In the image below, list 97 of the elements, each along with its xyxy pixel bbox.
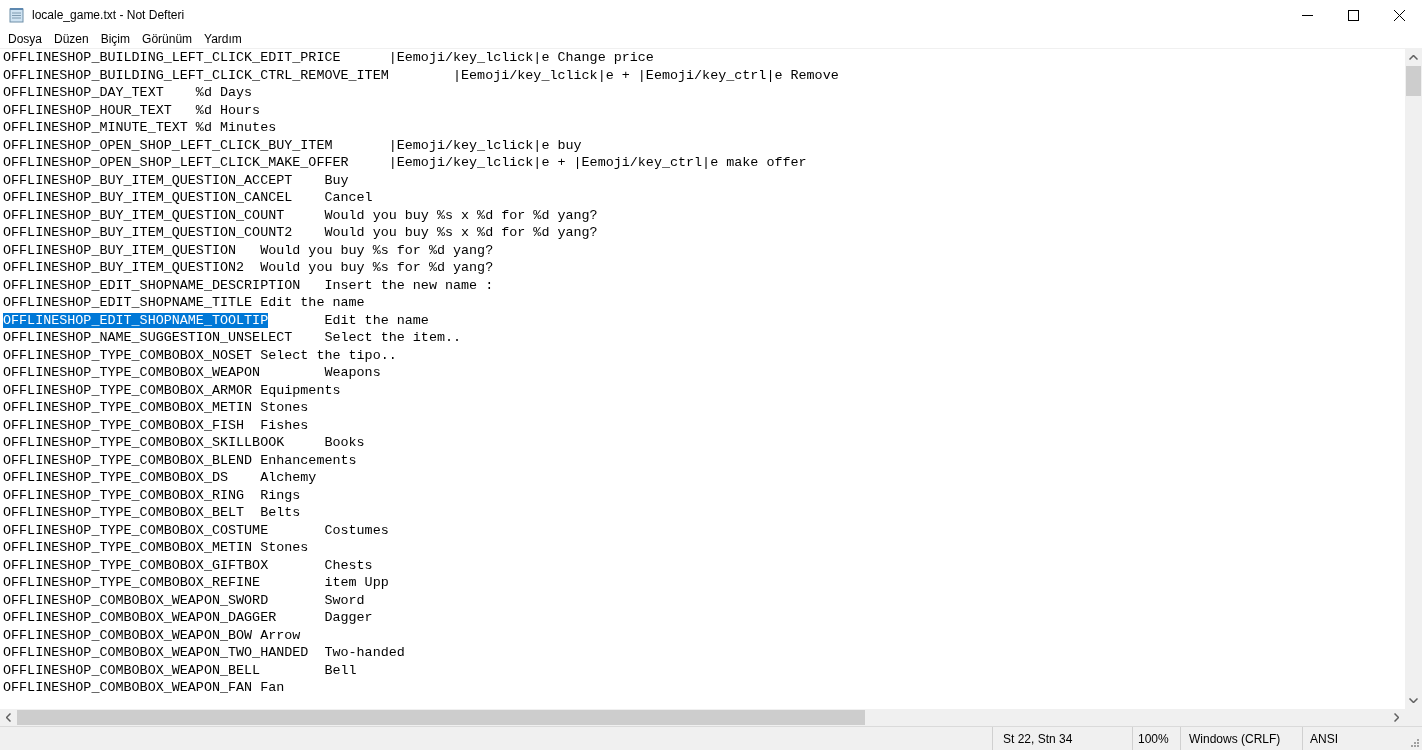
encoding: ANSI	[1310, 730, 1338, 748]
text-value: Bell	[324, 662, 357, 678]
text-key: OFFLINESHOP_COMBOBOX_WEAPON_FAN	[3, 680, 253, 695]
text-key: OFFLINESHOP_TYPE_COMBOBOX_GIFTBOX	[3, 557, 269, 573]
text-value: Would you buy %s x %d for %d yang?	[324, 207, 598, 223]
menu-item[interactable]: Dosya	[2, 30, 48, 48]
text-value: Two-handed	[324, 645, 405, 660]
text-key: OFFLINESHOP_BUILDING_LEFT_CLICK_CTRL_REMOVE_ITEM	[3, 67, 389, 83]
scroll-left-icon	[6, 713, 11, 722]
scroll-down-icon	[1409, 698, 1418, 703]
text-key: OFFLINESHOP_COMBOBOX_WEAPON_DAGGER	[3, 610, 277, 625]
horizontal-scrollbar[interactable]	[0, 709, 1405, 726]
text-key: OFFLINESHOP_COMBOBOX_WEAPON_BELL	[3, 662, 261, 678]
text-key: OFFLINESHOP_NAME_SUGGESTION_UNSELECT	[3, 330, 293, 345]
text-key: OFFLINESHOP_COMBOBOX_WEAPON_SWORD	[3, 592, 269, 608]
text-value: %d Minutes	[195, 120, 277, 135]
text-value: %d Days	[195, 85, 253, 100]
text-key: OFFLINESHOP_OPEN_SHOP_LEFT_CLICK_MAKE_OFFER	[3, 155, 349, 170]
text-key: OFFLINESHOP_TYPE_COMBOBOX_RING	[3, 487, 245, 503]
text-key: OFFLINESHOP_TYPE_COMBOBOX_DS	[3, 470, 228, 485]
text-value: Edit the name	[324, 312, 429, 328]
minimize-icon	[1301, 14, 1313, 16]
text-key: OFFLINESHOP_BUY_ITEM_QUESTION	[3, 242, 237, 258]
notepad-icon	[9, 7, 24, 23]
text-value: Stones	[260, 540, 309, 555]
text-key: OFFLINESHOP_TYPE_COMBOBOX_METIN	[3, 400, 253, 415]
text-key: OFFLINESHOP_MINUTE_TEXT	[3, 120, 188, 135]
text-value: Rings	[260, 487, 301, 503]
text-key: OFFLINESHOP_DAY_TEXT	[3, 85, 164, 100]
text-value: |Eemoji/key_lclick|e Change price	[388, 50, 654, 65]
text-value: Belts	[260, 505, 301, 520]
text-key: OFFLINESHOP_TYPE_COMBOBOX_BELT	[3, 505, 245, 520]
maximize-icon	[1347, 9, 1359, 21]
text-value: Select the item..	[324, 330, 462, 345]
text-key: OFFLINESHOP_TYPE_COMBOBOX_METIN	[3, 540, 253, 555]
text-value: Fishes	[260, 417, 309, 433]
text-value: Edit the name	[260, 295, 365, 310]
text-key: OFFLINESHOP_BUY_ITEM_QUESTION2	[3, 260, 245, 275]
window-title: locale_game.txt - Not Defteri	[32, 7, 185, 24]
text-value: Enhancements	[260, 452, 357, 468]
text-value: Alchemy	[260, 470, 317, 485]
text-key: OFFLINESHOP_BUY_ITEM_QUESTION_COUNT	[3, 207, 285, 223]
text-value: |Eemoji/key_lclick|e + |Eemoji/key_ctrl|e make offer	[388, 155, 807, 170]
text-key: OFFLINESHOP_TYPE_COMBOBOX_WEAPON	[3, 365, 261, 380]
text-value: Would you buy %s for %d yang?	[260, 260, 494, 275]
text-value: Select the tipo..	[260, 347, 397, 363]
cursor-position: St 22, Stn 34	[1003, 730, 1073, 748]
text-key: OFFLINESHOP_TYPE_COMBOBOX_REFINE	[3, 575, 261, 590]
text-value: Chests	[324, 557, 373, 573]
text-value: Sword	[324, 592, 365, 608]
text-value: Buy	[324, 172, 349, 188]
text-value: item Upp	[324, 575, 389, 590]
text-value: Arrow	[260, 627, 301, 643]
text-value: Would you buy %s x %d for %d yang?	[324, 225, 598, 240]
text-value: |Eemoji/key_lclick|e + |Eemoji/key_ctrl|e Remove	[453, 67, 839, 83]
text-key: OFFLINESHOP_TYPE_COMBOBOX_ARMOR	[3, 382, 253, 398]
scroll-up-icon	[1409, 55, 1418, 60]
text-value: %d Hours	[195, 102, 261, 118]
text-key: OFFLINESHOP_BUY_ITEM_QUESTION_ACCEPT	[3, 172, 293, 188]
text-value: Books	[324, 435, 365, 450]
text-key: OFFLINESHOP_TYPE_COMBOBOX_NOSET	[3, 347, 253, 363]
text-key: OFFLINESHOP_BUY_ITEM_QUESTION_CANCEL	[3, 190, 293, 205]
text-key: OFFLINESHOP_TYPE_COMBOBOX_BLEND	[3, 452, 253, 468]
text-key: OFFLINESHOP_COMBOBOX_WEAPON_TWO_HANDED	[3, 645, 309, 660]
text-key: OFFLINESHOP_BUY_ITEM_QUESTION_COUNT2	[3, 225, 293, 240]
scrollbar-thumb[interactable]	[17, 710, 865, 725]
text-value: Fan	[260, 680, 285, 695]
line-ending: Windows (CRLF)	[1189, 730, 1281, 748]
text-value: Would you buy %s for %d yang?	[260, 242, 494, 258]
text-value: Cancel	[324, 190, 373, 205]
zoom-level: 100%	[1138, 730, 1169, 748]
text-value: Dagger	[324, 610, 373, 625]
menu-item[interactable]: Düzen	[48, 30, 95, 48]
text-key: OFFLINESHOP_TYPE_COMBOBOX_SKILLBOOK	[3, 435, 285, 450]
vertical-scrollbar[interactable]	[1405, 49, 1422, 709]
resize-grip-icon	[1410, 738, 1419, 747]
text-key: OFFLINESHOP_COMBOBOX_WEAPON_BOW	[3, 627, 253, 643]
text-value: Weapons	[324, 365, 381, 380]
text-key: OFFLINESHOP_EDIT_SHOPNAME_DESCRIPTION	[3, 277, 301, 293]
close-icon	[1393, 9, 1405, 21]
text-key: OFFLINESHOP_TYPE_COMBOBOX_COSTUME	[3, 522, 269, 538]
text-value: Equipments	[260, 382, 341, 398]
scrollbar-thumb[interactable]	[1406, 66, 1421, 96]
menu-item[interactable]: Yardım	[198, 30, 248, 48]
text-value: Stones	[260, 400, 309, 415]
text-value: |Eemoji/key_lclick|e buy	[388, 137, 582, 153]
text-key: OFFLINESHOP_OPEN_SHOP_LEFT_CLICK_BUY_ITEM	[3, 137, 333, 153]
menu-item[interactable]: Görünüm	[136, 30, 199, 48]
text-key: OFFLINESHOP_EDIT_SHOPNAME_TITLE	[3, 295, 253, 310]
text-key: OFFLINESHOP_HOUR_TEXT	[3, 102, 172, 118]
text-value: Insert the new name :	[324, 277, 494, 293]
text-key: OFFLINESHOP_EDIT_SHOPNAME_TOOLTIP	[3, 312, 269, 328]
text-key: OFFLINESHOP_TYPE_COMBOBOX_FISH	[3, 417, 245, 433]
menu-item[interactable]: Biçim	[94, 30, 137, 48]
text-value: Costumes	[324, 522, 389, 538]
text-key: OFFLINESHOP_BUILDING_LEFT_CLICK_EDIT_PRICE	[3, 50, 341, 65]
scroll-right-icon	[1394, 713, 1399, 722]
